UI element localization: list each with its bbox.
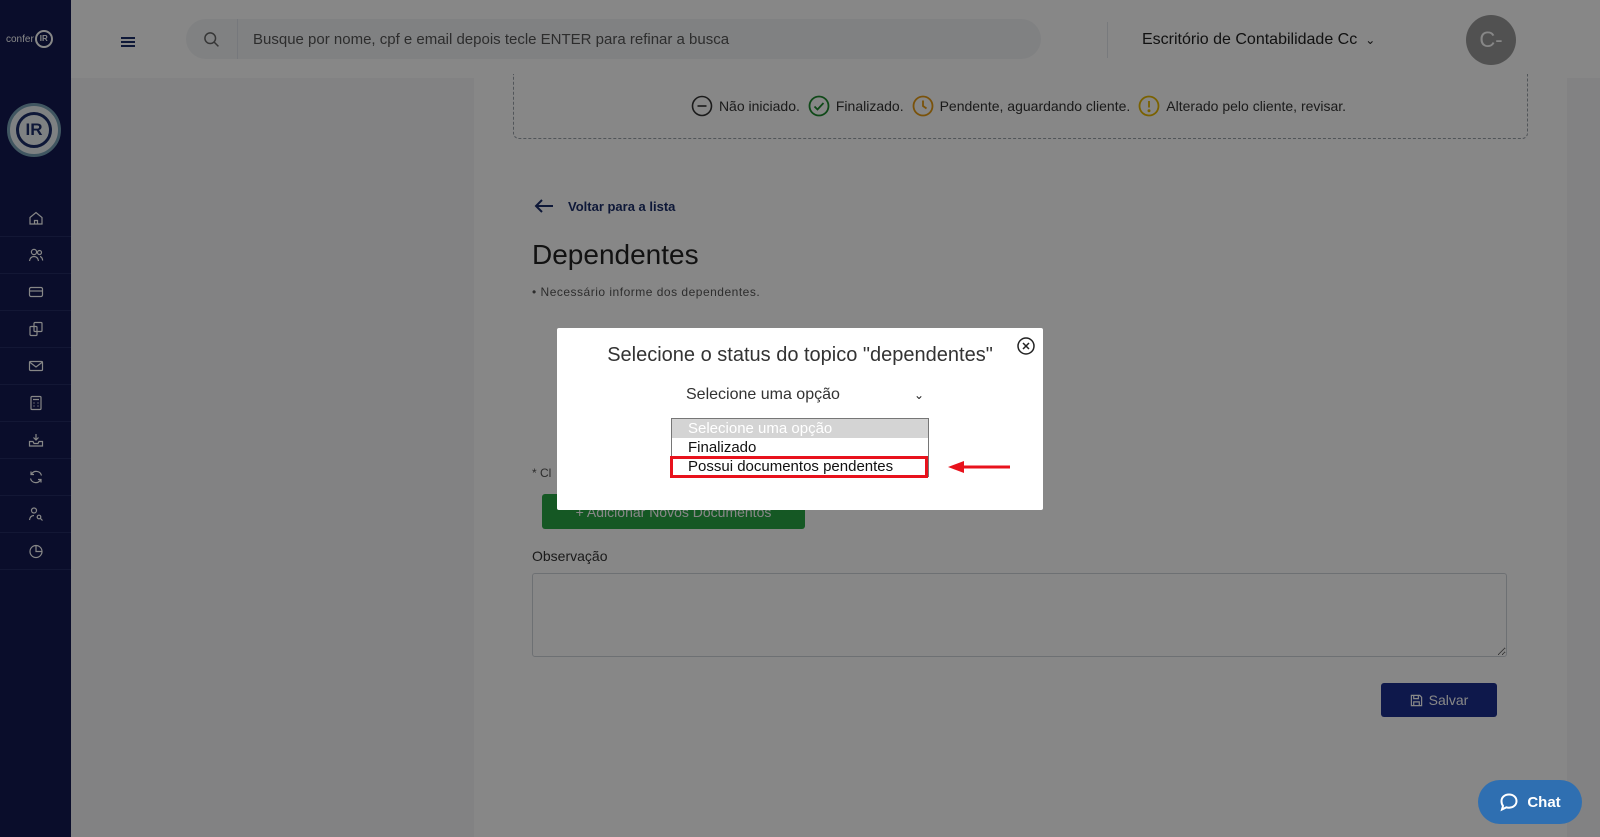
red-arrow-annotation — [948, 461, 1010, 473]
status-select[interactable]: Selecione uma opção ⌄ — [672, 380, 932, 410]
status-select-value: Selecione uma opção — [686, 386, 840, 403]
option-finalizado[interactable]: Finalizado — [672, 438, 928, 457]
close-icon[interactable] — [1016, 336, 1036, 356]
option-select[interactable]: Selecione uma opção — [672, 419, 928, 438]
highlight-annotation — [670, 456, 928, 478]
chevron-down-icon: ⌄ — [913, 388, 924, 402]
chat-button[interactable]: Chat — [1478, 780, 1582, 824]
chat-bubble-icon — [1500, 793, 1518, 812]
chat-label: Chat — [1527, 793, 1561, 811]
modal-title: Selecione o status do topico "dependente… — [607, 344, 993, 366]
